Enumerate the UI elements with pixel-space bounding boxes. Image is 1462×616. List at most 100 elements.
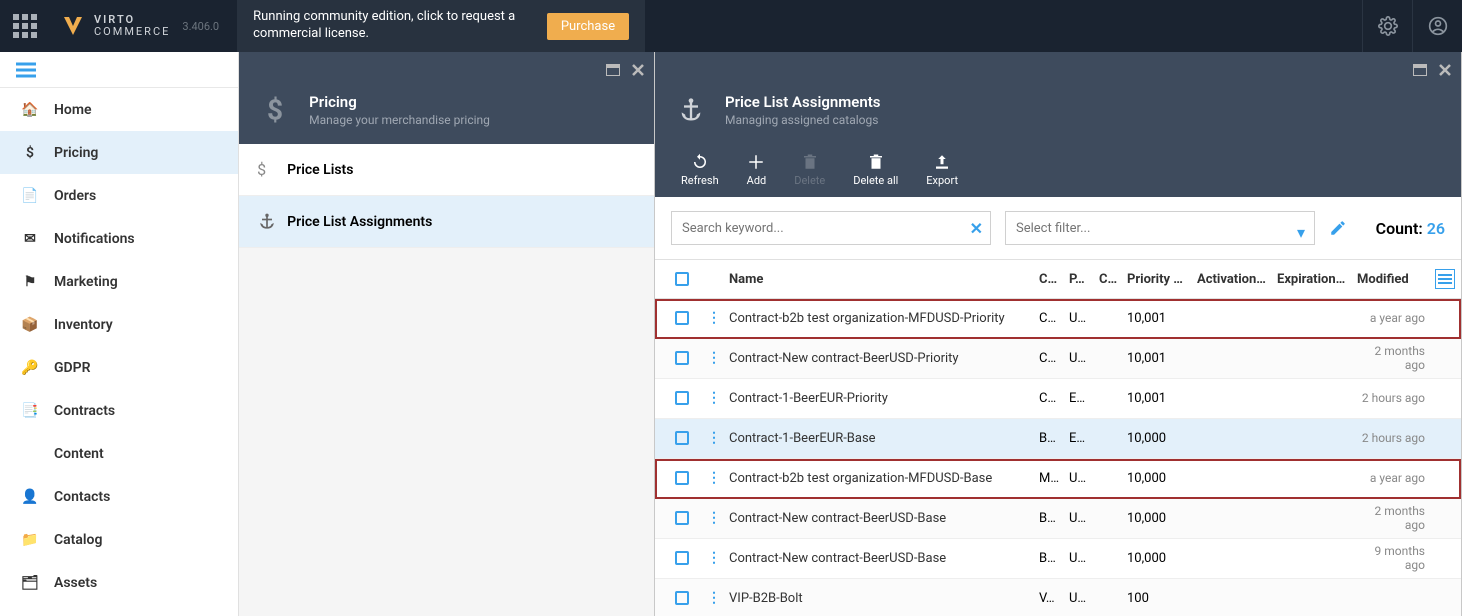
filter-select-wrap: ▾ [1005,211,1315,245]
sidebar-item-pricing[interactable]: $Pricing [0,131,238,174]
sidebar-item-catalog[interactable]: 📁Catalog [0,518,238,561]
close-icon [632,64,644,76]
column-settings-button[interactable] [1435,269,1455,289]
svg-text:$: $ [267,96,283,124]
row-c4: U… [1069,591,1099,606]
column-currency[interactable]: C… [1099,272,1127,287]
filter-select[interactable] [1005,211,1315,245]
row-actions-button[interactable]: ⋮ [707,470,721,486]
list-label: Price List Assignments [287,214,432,230]
settings-button[interactable] [1362,0,1412,52]
table-row[interactable]: ⋮Contract-New contract-BeerUSD-PriorityC… [655,339,1461,379]
sidebar-item-contracts[interactable]: 📑Contracts [0,389,238,432]
row-actions-button[interactable]: ⋮ [707,590,721,606]
table-row[interactable]: ⋮VIP-B2B-BoltV…U…100 [655,579,1461,616]
select-all-checkbox[interactable] [675,272,689,286]
toolbar-label: Export [926,174,958,187]
pricing-blade: $ Pricing Manage your merchandise pricin… [239,52,655,616]
row-name: Contract-1-BeerEUR-Priority [729,391,1039,406]
table-row[interactable]: ⋮Contract-1-BeerEUR-PriorityC…E…10,0012 … [655,379,1461,419]
column-priority[interactable]: Priority … [1127,272,1197,287]
row-checkbox[interactable] [675,511,689,525]
sidebar-item-notifications[interactable]: ✉Notifications [0,217,238,260]
row-actions-button[interactable]: ⋮ [707,430,721,446]
list-item[interactable]: $Price Lists [239,144,654,196]
row-c3: B… [1039,511,1069,526]
anchor-icon [673,92,709,128]
gear-icon [1378,16,1398,36]
row-priority: 10,000 [1127,471,1197,486]
row-checkbox[interactable] [675,311,689,325]
sidebar-item-gdpr[interactable]: 🔑GDPR [0,346,238,389]
sidebar-item-inventory[interactable]: 📦Inventory [0,303,238,346]
clear-search-button[interactable]: ✕ [970,219,983,238]
row-modified: 2 months ago [1357,504,1435,532]
maximize-button[interactable] [606,64,620,76]
row-checkbox[interactable] [675,551,689,565]
nav-label: Catalog [54,532,102,548]
nav-label: Notifications [54,231,135,247]
row-c3: C… [1039,391,1069,406]
account-button[interactable] [1412,0,1462,52]
sidebar-item-content[interactable]: Content [0,432,238,475]
nav-icon: ⚑ [20,274,40,290]
row-checkbox[interactable] [675,471,689,485]
menu-toggle-button[interactable] [16,62,36,78]
row-checkbox[interactable] [675,391,689,405]
row-checkbox[interactable] [675,591,689,605]
sidebar-item-home[interactable]: 🏠Home [0,88,238,131]
table-row[interactable]: ⋮Contract-b2b test organization-MFDUSD-B… [655,459,1461,499]
close-icon [1439,64,1451,76]
column-expiration[interactable]: Expiration… [1277,272,1357,287]
close-button[interactable] [1439,64,1451,76]
nav-label: Contacts [54,489,110,505]
brand[interactable]: VIRTO COMMERCE 3.406.0 [50,13,219,39]
banner-text: Running community edition, click to requ… [253,9,547,43]
row-actions-button[interactable]: ⋮ [707,390,721,406]
row-actions-button[interactable]: ⋮ [707,550,721,566]
column-name[interactable]: Name [729,272,1039,287]
nav-label: Pricing [54,145,98,161]
sidebar-item-orders[interactable]: 📄Orders [0,174,238,217]
sidebar-item-marketing[interactable]: ⚑ Marketing [0,260,238,303]
nav-label: Marketing [54,274,118,290]
table-row[interactable]: ⋮Contract-1-BeerEUR-BaseB…E…10,0002 hour… [655,419,1461,459]
nav-icon: 📑 [20,403,40,419]
table-row[interactable]: ⋮Contract-New contract-BeerUSD-BaseB…U…1… [655,499,1461,539]
row-c3: B… [1039,431,1069,446]
row-checkbox[interactable] [675,351,689,365]
nav-icon: 🗂 [20,575,40,591]
brand-bottom: COMMERCE [94,26,170,38]
toolbar-export-button[interactable]: Export [912,153,972,187]
column-catalog[interactable]: C… [1039,272,1069,287]
row-actions-button[interactable]: ⋮ [707,310,721,326]
row-actions-button[interactable]: ⋮ [707,350,721,366]
virto-logo-icon [60,13,86,39]
topbar: VIRTO COMMERCE 3.406.0 Running community… [0,0,1462,52]
sidebar-item-contacts[interactable]: 👤Contacts [0,475,238,518]
sidebar-item-assets[interactable]: 🗂Assets [0,561,238,604]
toolbar-delete-all-button[interactable]: Delete all [839,153,912,187]
row-priority: 10,001 [1127,391,1197,406]
row-priority: 10,001 [1127,351,1197,366]
row-modified: a year ago [1357,311,1435,325]
maximize-button[interactable] [1413,64,1427,76]
column-activation[interactable]: Activation… [1197,272,1277,287]
row-priority: 10,000 [1127,431,1197,446]
list-item[interactable]: Price List Assignments [239,196,654,248]
search-input[interactable] [671,211,991,245]
row-modified: 2 hours ago [1357,431,1435,445]
row-actions-button[interactable]: ⋮ [707,510,721,526]
column-modified[interactable]: Modified [1357,272,1435,287]
row-checkbox[interactable] [675,431,689,445]
apps-button[interactable] [0,0,50,52]
list-icon: $ [257,160,287,179]
table-row[interactable]: ⋮Contract-b2b test organization-MFDUSD-P… [655,299,1461,339]
close-button[interactable] [632,64,644,76]
table-row[interactable]: ⋮Contract-New contract-BeerUSD-BaseB…U…1… [655,539,1461,579]
edit-filter-button[interactable] [1329,219,1347,237]
toolbar-add-button[interactable]: Add [733,153,781,187]
purchase-button[interactable]: Purchase [547,13,629,40]
toolbar-refresh-button[interactable]: Refresh [667,153,733,187]
column-pricelist[interactable]: P… [1069,272,1099,287]
